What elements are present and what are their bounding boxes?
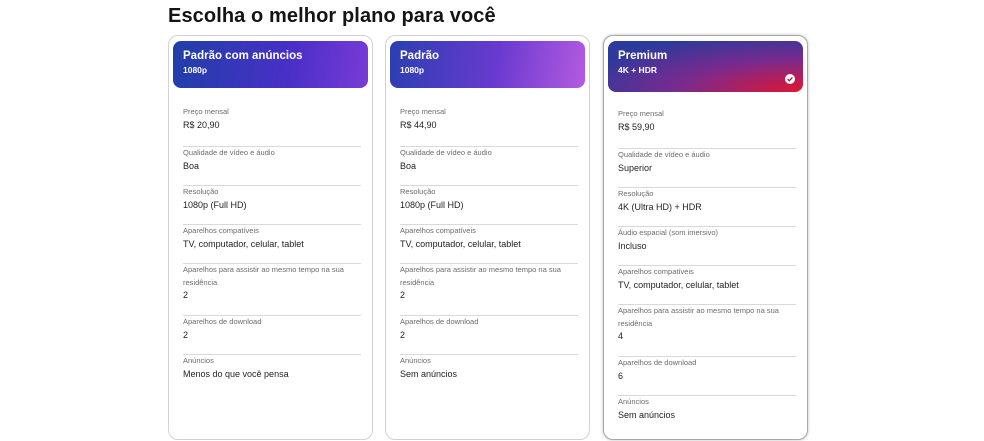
- feature-label: Preço mensal: [400, 107, 446, 116]
- plan-feature-row: Qualidade de vídeo e áudio Boa: [183, 147, 361, 186]
- plan-header[interactable]: Padrão com anúncios 1080p: [173, 41, 368, 88]
- plan-feature-row: Anúncios Sem anúncios: [400, 355, 578, 385]
- plan-feature-row: Aparelhos compatíveis TV, computador, cel…: [183, 225, 361, 264]
- plan-resolution-badge: 1080p: [183, 65, 208, 75]
- selected-check-icon: [785, 74, 795, 84]
- feature-label: Resolução: [400, 187, 436, 196]
- feature-label: Preço mensal: [183, 107, 229, 116]
- feature-label: Resolução: [618, 189, 654, 198]
- plan-name: Padrão: [400, 50, 439, 62]
- feature-value: TV, computador, celular, tablet: [400, 238, 521, 249]
- feature-label: Aparelhos para assistir ao mesmo tempo n…: [400, 265, 561, 287]
- feature-value: TV, computador, celular, tablet: [183, 238, 304, 249]
- feature-label: Aparelhos de download: [183, 317, 262, 326]
- plan-feature-row: Aparelhos compatíveis TV, computador, cel…: [400, 225, 578, 264]
- feature-value: R$ 20,90: [183, 119, 220, 130]
- feature-value: Superior: [618, 162, 653, 173]
- plan-feature-row: Anúncios Menos do que você pensa: [183, 355, 361, 385]
- feature-value: Menos do que você pensa: [183, 368, 289, 379]
- feature-label: Anúncios: [400, 356, 431, 365]
- feature-value: Sem anúncios: [400, 368, 458, 379]
- feature-label: Aparelhos para assistir ao mesmo tempo n…: [618, 306, 779, 328]
- plan-feature-row: Aparelhos de download 2: [183, 316, 361, 355]
- plan-card-0[interactable]: Padrão com anúncios 1080p Preço mensal R$ 2…: [168, 35, 373, 440]
- feature-value: 2: [400, 329, 406, 340]
- feature-value: R$ 59,90: [618, 121, 655, 132]
- plan-header[interactable]: Padrão 1080p: [390, 41, 585, 88]
- plan-feature-row: Aparelhos para assistir ao mesmo tempo n…: [183, 264, 361, 316]
- feature-label: Aparelhos compatíveis: [183, 226, 259, 235]
- plan-card-1[interactable]: Padrão 1080p Preço mensal R$ 44,90 Qualidade…: [385, 35, 590, 440]
- feature-value: 1080p (Full HD): [400, 199, 464, 210]
- feature-value: 1080p (Full HD): [183, 199, 247, 210]
- feature-label: Qualidade de vídeo e áudio: [183, 148, 275, 157]
- plan-feature-row: Preço mensal R$ 20,90: [183, 106, 361, 147]
- feature-label: Aparelhos compatíveis: [618, 267, 694, 276]
- feature-label: Resolução: [183, 187, 219, 196]
- plan-feature-row: Aparelhos para assistir ao mesmo tempo n…: [400, 264, 578, 316]
- feature-value: Boa: [400, 160, 417, 171]
- plan-resolution-badge: 4K + HDR: [618, 65, 657, 75]
- plan-feature-list: Preço mensal R$ 59,90 Qualidade de vídeo e…: [618, 108, 796, 426]
- plan-name: Padrão com anúncios: [183, 50, 303, 62]
- plan-header[interactable]: Premium 4K + HDR: [608, 41, 803, 92]
- feature-value: 2: [183, 329, 189, 340]
- feature-label: Aparelhos compatíveis: [400, 226, 476, 235]
- feature-value: Sem anúncios: [618, 409, 676, 420]
- feature-label: Aparelhos para assistir ao mesmo tempo n…: [183, 265, 344, 287]
- feature-label: Aparelhos de download: [400, 317, 479, 326]
- feature-label: Qualidade de vídeo e áudio: [618, 150, 710, 159]
- feature-value: 6: [618, 370, 624, 381]
- plan-feature-row: Aparelhos compatíveis TV, computador, cel…: [618, 266, 796, 305]
- plan-feature-row: Aparelhos para assistir ao mesmo tempo n…: [618, 305, 796, 357]
- plan-resolution-badge: 1080p: [400, 65, 425, 75]
- plan-feature-row: Aparelhos de download 2: [400, 316, 578, 355]
- plan-feature-row: Qualidade de vídeo e áudio Superior: [618, 149, 796, 188]
- feature-value: Incluso: [618, 240, 647, 251]
- plan-card-2[interactable]: Premium 4K + HDR Preço mensal R$ 59,90 Quali…: [603, 35, 808, 440]
- feature-value: 4K (Ultra HD) + HDR: [618, 201, 702, 212]
- plan-feature-row: Resolução 1080p (Full HD): [183, 186, 361, 225]
- feature-label: Preço mensal: [618, 109, 664, 118]
- feature-label: Qualidade de vídeo e áudio: [400, 148, 492, 157]
- plan-feature-row: Áudio espacial (som imersivo) Incluso: [618, 227, 796, 266]
- feature-label: Aparelhos de download: [618, 358, 697, 367]
- plan-feature-list: Preço mensal R$ 20,90 Qualidade de vídeo e…: [183, 106, 361, 385]
- plan-feature-row: Preço mensal R$ 59,90: [618, 108, 796, 149]
- plan-cards: Padrão com anúncios 1080p Preço mensal R$ 2…: [0, 0, 984, 441]
- feature-label: Áudio espacial (som imersivo): [618, 228, 719, 237]
- plan-feature-row: Preço mensal R$ 44,90: [400, 106, 578, 147]
- feature-value: 2: [183, 290, 189, 300]
- feature-value: TV, computador, celular, tablet: [618, 279, 739, 290]
- feature-label: Anúncios: [183, 356, 214, 365]
- feature-value: 4: [618, 331, 624, 341]
- feature-value: Boa: [183, 160, 200, 171]
- plan-feature-row: Qualidade de vídeo e áudio Boa: [400, 147, 578, 186]
- feature-value: R$ 44,90: [400, 119, 437, 130]
- feature-label: Anúncios: [618, 397, 649, 406]
- plan-name: Premium: [618, 50, 668, 62]
- plan-feature-list: Preço mensal R$ 44,90 Qualidade de vídeo e…: [400, 106, 578, 385]
- plan-feature-row: Anúncios Sem anúncios: [618, 396, 796, 426]
- feature-value: 2: [400, 290, 406, 300]
- plan-feature-row: Resolução 4K (Ultra HD) + HDR: [618, 188, 796, 227]
- plan-feature-row: Resolução 1080p (Full HD): [400, 186, 578, 225]
- plan-feature-row: Aparelhos de download 6: [618, 357, 796, 396]
